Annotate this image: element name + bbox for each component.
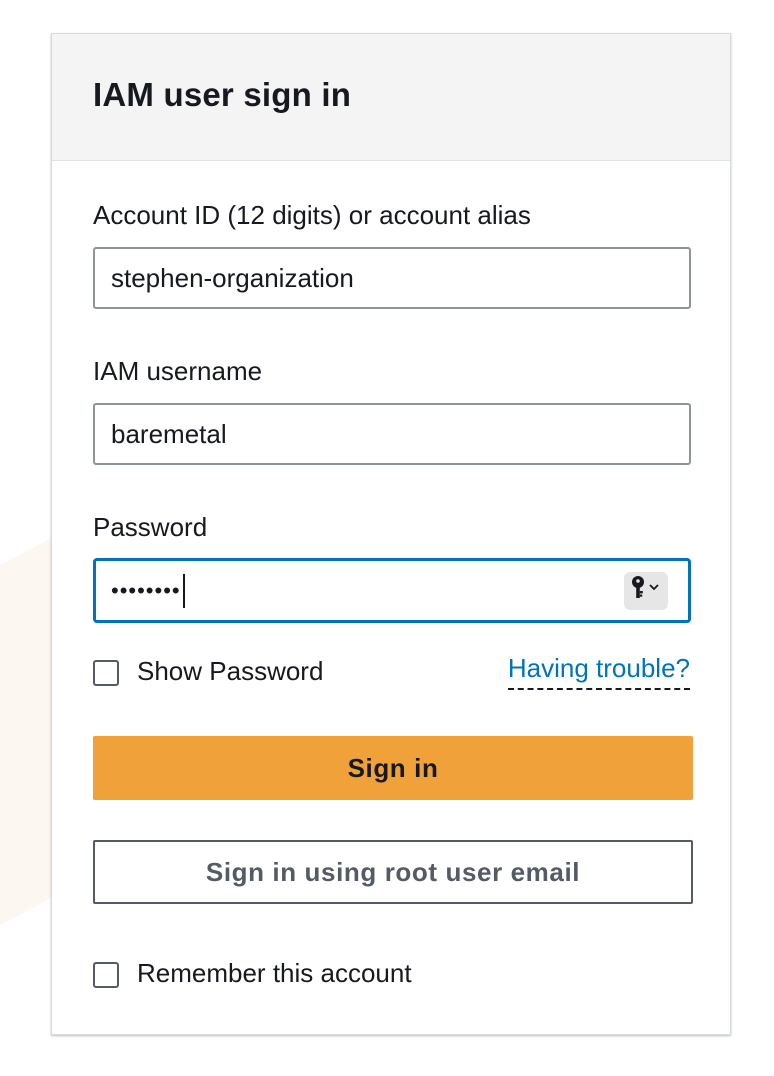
password-input-value: •••••••• xyxy=(111,577,181,603)
text-cursor xyxy=(182,573,185,608)
show-password-checkbox[interactable] xyxy=(93,660,119,686)
remember-account-label[interactable]: Remember this account xyxy=(137,958,412,989)
show-password-label[interactable]: Show Password xyxy=(137,656,323,687)
remember-account-checkbox[interactable] xyxy=(93,962,119,988)
account-input[interactable]: stephen-organization xyxy=(93,247,691,309)
username-input[interactable]: baremetal xyxy=(93,403,691,465)
page-title: IAM user sign in xyxy=(93,76,352,113)
sign-in-button[interactable]: Sign in xyxy=(93,736,693,800)
root-user-sign-in-button[interactable]: Sign in using root user email xyxy=(93,840,693,904)
account-input-value: stephen-organization xyxy=(111,262,354,293)
username-label: IAM username xyxy=(93,356,263,386)
having-trouble-link[interactable]: Having trouble? xyxy=(507,653,690,690)
password-input[interactable]: •••••••• xyxy=(93,558,691,623)
sign-in-card: IAM user sign in Account ID (12 digits) … xyxy=(51,33,731,1035)
account-label: Account ID (12 digits) or account alias xyxy=(93,200,531,230)
card-header: IAM user sign in xyxy=(52,34,730,161)
password-autofill-button[interactable] xyxy=(624,571,668,610)
password-label: Password xyxy=(93,512,208,542)
username-input-value: baremetal xyxy=(111,418,227,449)
key-icon xyxy=(628,574,664,607)
